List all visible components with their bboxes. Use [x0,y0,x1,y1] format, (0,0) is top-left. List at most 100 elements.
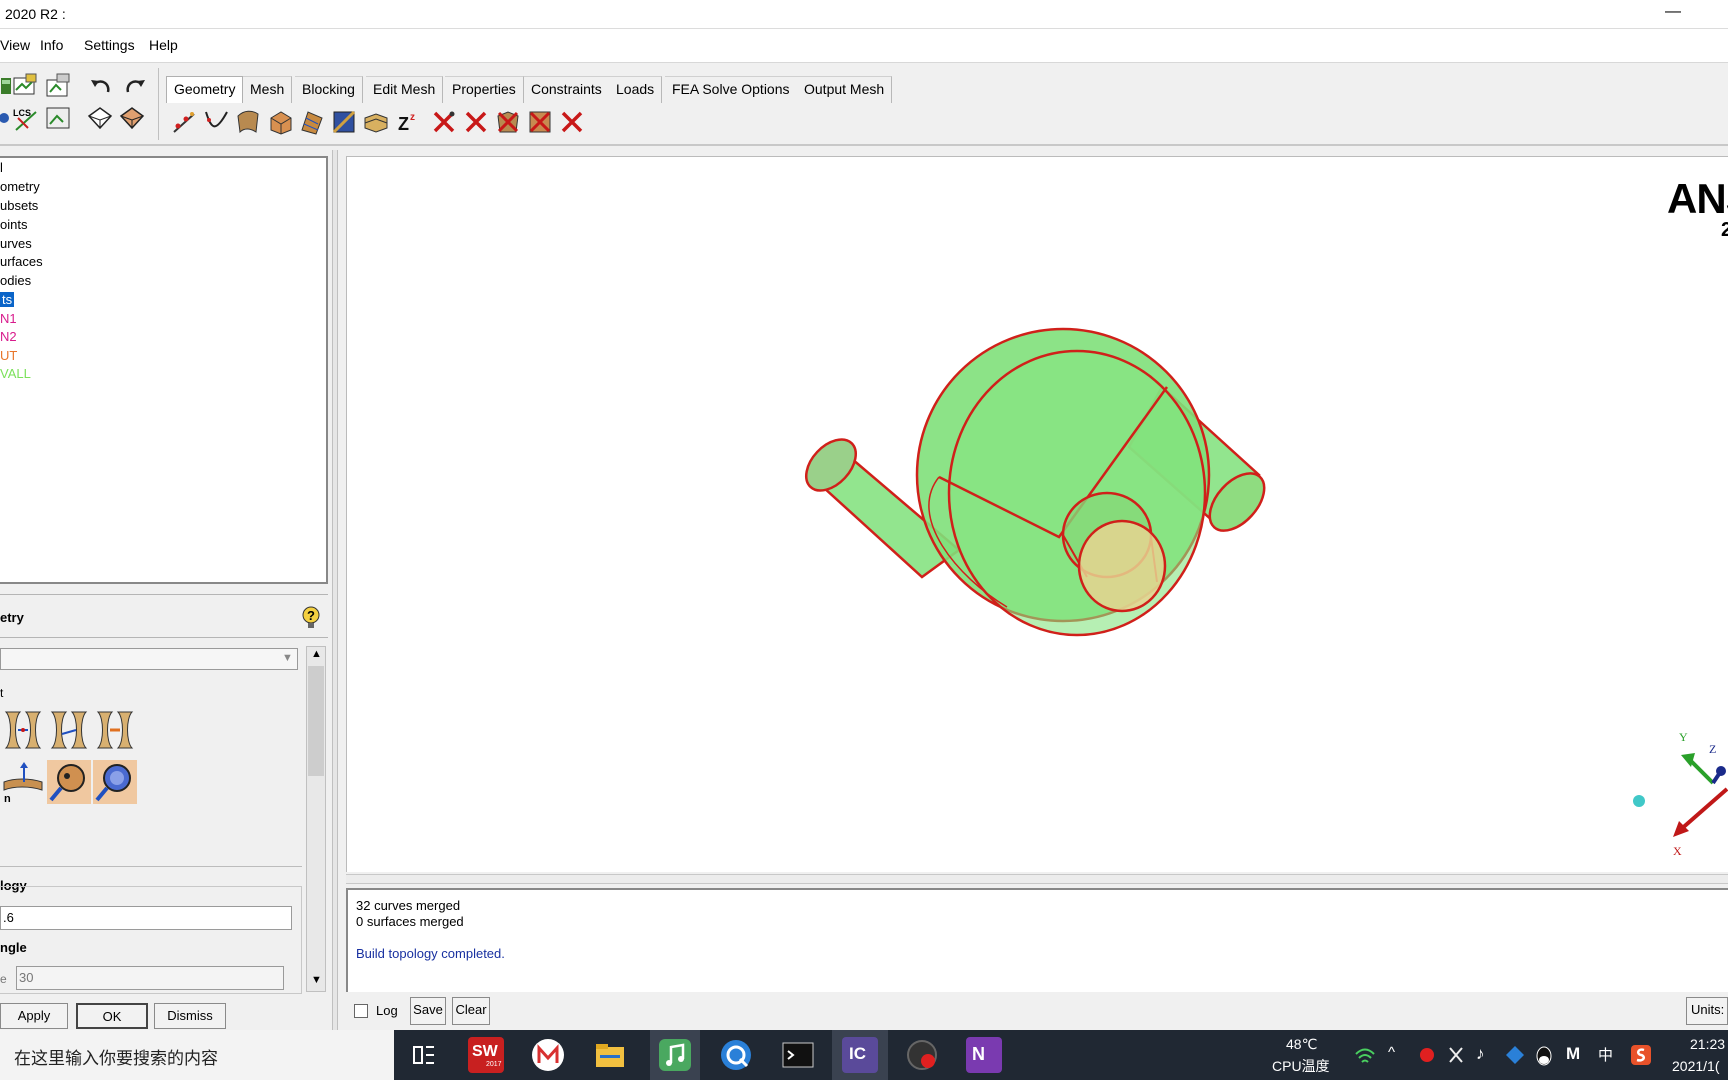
tree-item-surfaces[interactable]: urfaces [0,254,43,269]
message-line: 0 surfaces merged [356,914,464,929]
model-tree: l ometry ubsets oints urves urfaces odie… [0,156,328,584]
tab-output-mesh[interactable]: Output Mesh [797,76,893,103]
restore-dormant-icon[interactable]: Zz [396,108,424,136]
menu-info[interactable]: Info [40,37,63,53]
ok-button[interactable]: OK [76,1003,148,1029]
tab-fea-solve-options[interactable]: FEA Solve Options [665,76,798,103]
split-curves-icon[interactable] [94,708,136,752]
m-app-icon[interactable] [530,1037,566,1073]
message-splitter[interactable] [346,874,1728,884]
tab-mesh[interactable]: Mesh [243,76,293,103]
wifi-icon[interactable] [1354,1046,1376,1066]
delete-curve-icon[interactable] [462,108,490,136]
menu-help[interactable]: Help [149,37,178,53]
local-coord-icon[interactable]: LCS [12,104,40,132]
build-topology-icon[interactable] [2,708,44,752]
import-geometry-icon[interactable] [45,72,73,100]
onenote-app-icon[interactable]: N [966,1037,1002,1073]
dismiss-button[interactable]: Dismiss [154,1003,226,1029]
tab-loads[interactable]: Loads [609,76,663,103]
view-solid-icon[interactable] [118,104,146,132]
terminal-icon[interactable] [780,1037,816,1073]
recorder-icon[interactable] [904,1037,940,1073]
sogou-icon[interactable] [1630,1044,1652,1066]
clear-log-button[interactable]: Clear [452,997,490,1025]
delete-point-icon[interactable] [430,108,458,136]
solidworks-app-icon[interactable]: SW 2017 [468,1037,504,1073]
tab-edit-mesh[interactable]: Edit Mesh [366,76,444,103]
axis-triad: Y Z X [1633,730,1728,858]
tree-item-points[interactable]: oints [0,217,27,232]
model-geometry[interactable] [347,157,1728,873]
tree-item-out[interactable]: UT [0,348,17,363]
units-button[interactable]: Units: [1686,997,1728,1025]
tree-item-in1[interactable]: N1 [0,311,17,326]
measure-icon[interactable] [45,104,73,132]
delete-any-entity-icon[interactable] [558,108,586,136]
angle-input[interactable]: 30 [16,966,284,990]
panel-title: etry [0,610,24,625]
solidworks-label: SW [472,1043,498,1060]
save-log-button[interactable]: Save [410,997,446,1025]
file-explorer-icon[interactable] [592,1037,628,1073]
music-app-icon[interactable] [657,1037,693,1073]
scroll-up-icon[interactable]: ▲ [311,648,322,660]
tolerance-input[interactable]: .6 [0,906,292,930]
scroll-down-icon[interactable]: ▼ [311,974,322,986]
clock-date: 2021/1( [1672,1058,1720,1074]
help-icon[interactable]: ? [300,605,322,629]
taskbar-search-input[interactable]: 在这里输入你要搜索的内容 [0,1030,394,1080]
task-view-icon[interactable] [406,1037,442,1073]
surface-normal-icon[interactable]: n [2,760,44,804]
cloud-app-icon[interactable] [1504,1044,1526,1066]
repair-geometry-icon[interactable] [330,108,358,136]
cpu-temp: 48℃ [1286,1036,1318,1052]
panel-splitter[interactable] [332,150,338,1030]
create-faceted-icon[interactable] [298,108,326,136]
tree-item-model[interactable]: l [0,160,3,175]
part-select-dropdown[interactable] [0,648,298,670]
tab-constraints[interactable]: Constraints [524,76,610,103]
create-surface-icon[interactable] [234,108,262,136]
minimize-button[interactable]: — [1665,3,1681,21]
delete-surface-icon[interactable] [494,108,522,136]
music-note-icon[interactable]: ♪ [1476,1044,1485,1064]
redo-icon[interactable] [120,72,148,100]
save-geometry-icon[interactable] [12,72,40,100]
tree-item-parts[interactable]: ts [0,292,15,307]
tree-item-subsets[interactable]: ubsets [0,198,38,213]
tree-item-in2[interactable]: N2 [0,329,17,344]
tab-geometry[interactable]: Geometry [166,76,244,103]
title-bar: 2020 R2 : — [0,0,1728,29]
m-tray-label[interactable]: M [1566,1044,1580,1064]
tree-item-curves[interactable]: urves [0,236,32,251]
tree-item-bodies[interactable]: odies [0,273,31,288]
create-body-icon[interactable] [267,108,295,136]
menu-settings[interactable]: Settings [84,37,135,53]
tree-item-wall[interactable]: VALL [0,366,31,381]
create-curve-icon[interactable] [203,108,231,136]
chevron-down-icon[interactable]: ▼ [282,652,293,664]
chevron-up-icon[interactable]: ^ [1388,1044,1395,1061]
tab-properties[interactable]: Properties [445,76,524,103]
log-label: Log [376,1003,398,1018]
create-point-icon[interactable] [170,108,198,136]
merge-curves-icon[interactable] [48,708,90,752]
geometry-transform-icon[interactable] [362,108,390,136]
view-wire-icon[interactable] [86,104,114,132]
qq-icon[interactable] [1534,1044,1554,1066]
tree-item-geometry[interactable]: ometry [0,179,40,194]
apply-button[interactable]: Apply [0,1003,68,1029]
log-checkbox[interactable] [354,1004,368,1018]
scrollbar-thumb[interactable] [308,666,324,776]
undo-icon[interactable] [88,72,116,100]
ime-indicator[interactable]: 中 [1598,1044,1613,1065]
tab-blocking[interactable]: Blocking [295,76,363,103]
delete-body-icon[interactable] [526,108,554,136]
graphics-viewport[interactable]: ANS 2 Y Z X [346,156,1728,872]
menu-view[interactable]: View [0,37,30,53]
record-indicator-icon[interactable] [1418,1046,1436,1064]
network-off-icon[interactable] [1446,1044,1466,1066]
icem-cfd-app-icon[interactable]: IC [842,1037,878,1073]
browser-q-icon[interactable] [718,1037,754,1073]
